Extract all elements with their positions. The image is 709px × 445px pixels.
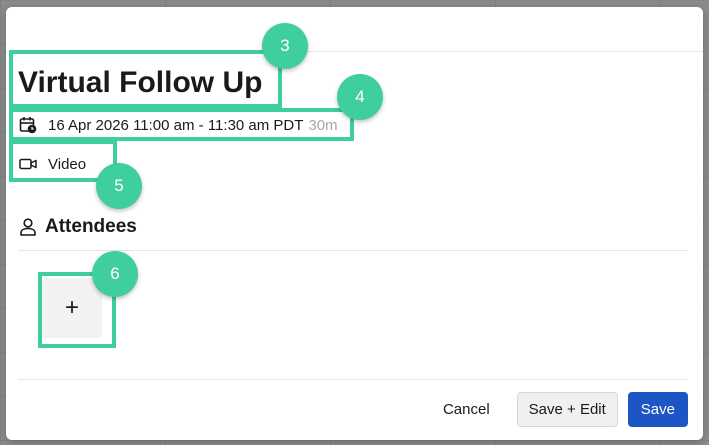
calendar-clock-icon — [18, 115, 38, 135]
event-datetime-row[interactable]: 16 Apr 2026 11:00 am - 11:30 am PDT 30m — [18, 115, 338, 135]
add-attendee-button[interactable]: + — [42, 278, 102, 338]
footer-divider — [18, 379, 688, 380]
save-button[interactable]: Save — [627, 392, 688, 427]
event-location-text: Video — [48, 155, 87, 173]
cancel-button[interactable]: Cancel — [426, 392, 507, 427]
save-and-edit-button[interactable]: Save + Edit — [516, 392, 618, 427]
annotation-badge-datetime: 4 — [337, 74, 383, 120]
event-dialog: Virtual Follow Up 16 Apr 2026 11:00 am -… — [6, 7, 703, 440]
annotation-badge-video: 5 — [96, 163, 142, 209]
event-duration: 30m — [308, 116, 338, 134]
attendees-header: Attendees — [18, 216, 137, 238]
dialog-header-divider — [6, 51, 703, 52]
event-location-row[interactable]: Video — [18, 154, 86, 174]
event-datetime-text: 16 Apr 2026 11:00 am - 11:30 am PDT — [48, 116, 304, 134]
dialog-footer: Cancel Save + Edit Save — [426, 392, 688, 427]
annotation-badge-add-attendee: 6 — [92, 251, 138, 297]
attendees-header-label: Attendees — [45, 216, 137, 237]
video-camera-icon — [18, 154, 38, 174]
person-icon — [18, 217, 38, 237]
event-title[interactable]: Virtual Follow Up — [18, 65, 262, 101]
annotation-badge-title: 3 — [262, 23, 308, 69]
